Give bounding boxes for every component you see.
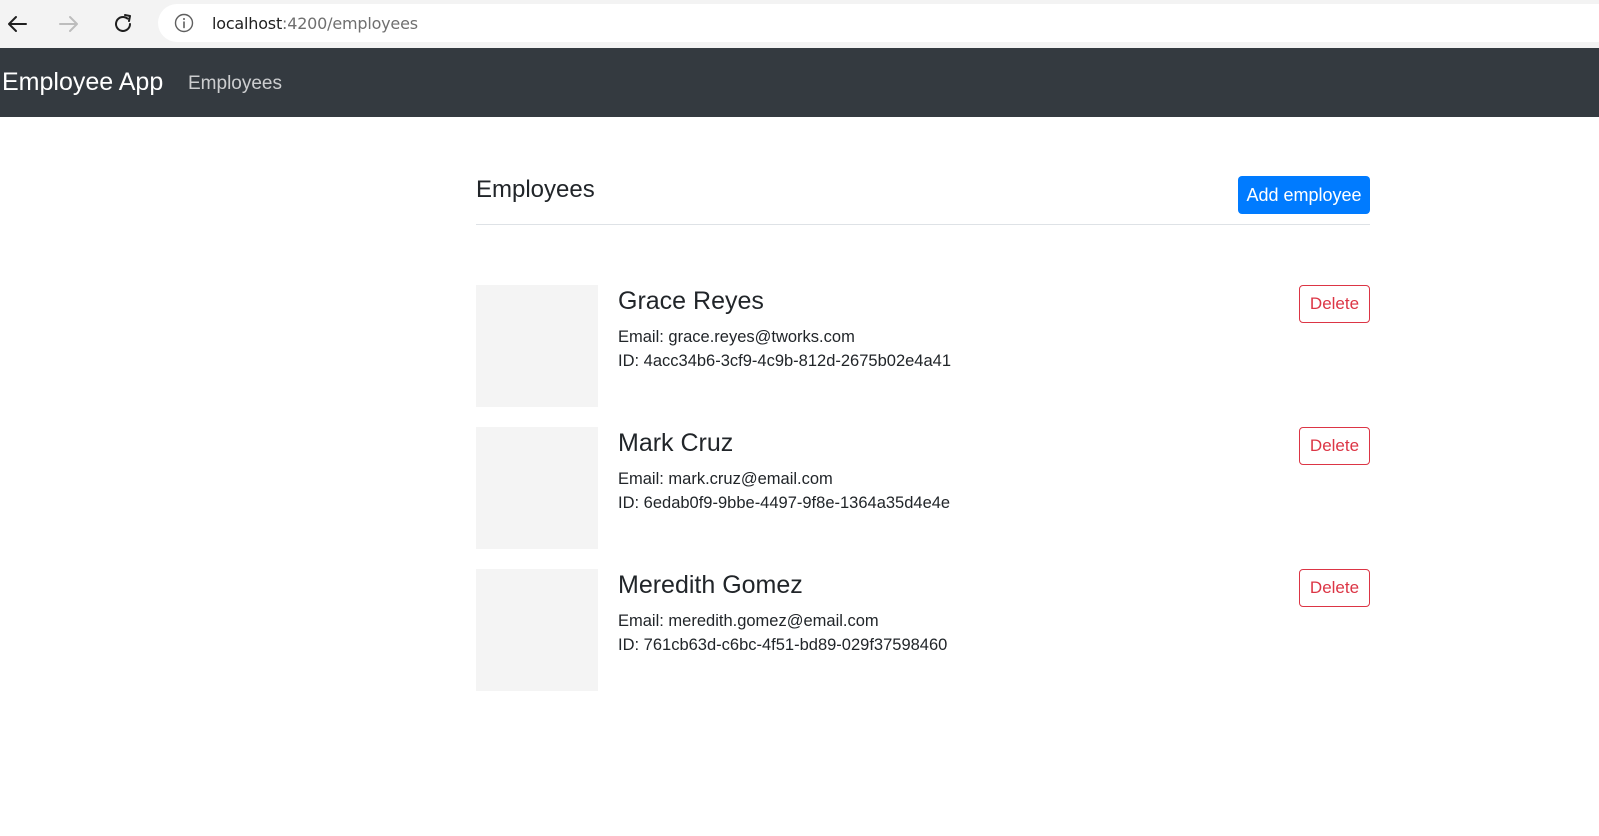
app-navbar: Employee App Employees bbox=[0, 48, 1599, 117]
info-icon[interactable] bbox=[174, 13, 194, 33]
reload-icon bbox=[115, 14, 131, 32]
brand-link[interactable]: Employee App bbox=[2, 68, 163, 97]
delete-button[interactable]: Delete bbox=[1299, 427, 1370, 465]
add-employee-button[interactable]: Add employee bbox=[1238, 176, 1370, 214]
employee-email: Email: mark.cruz@email.com bbox=[618, 470, 833, 488]
forward-button[interactable] bbox=[52, 7, 86, 41]
employee-id: ID: 761cb63d-c6bc-4f51-bd89-029f37598460 bbox=[618, 636, 948, 654]
employee-avatar bbox=[476, 285, 598, 407]
nav-link-employees[interactable]: Employees bbox=[188, 73, 282, 95]
employee-list: Grace Reyes Email: grace.reyes@tworks.co… bbox=[476, 285, 1370, 711]
employee-id: ID: 6edab0f9-9bbe-4497-9f8e-1364a35d4e4e bbox=[618, 494, 951, 512]
employee-item: Mark Cruz Email: mark.cruz@email.com ID:… bbox=[476, 427, 1370, 549]
browser-toolbar: localhost:4200/employees bbox=[0, 0, 1599, 48]
employee-name: Meredith Gomez bbox=[618, 571, 803, 599]
employee-avatar bbox=[476, 427, 598, 549]
employee-item: Meredith Gomez Email: meredith.gomez@ema… bbox=[476, 569, 1370, 691]
back-arrow-icon bbox=[8, 16, 27, 32]
employee-id: ID: 4acc34b6-3cf9-4c9b-812d-2675b02e4a41 bbox=[618, 352, 951, 370]
reload-button[interactable] bbox=[106, 7, 140, 41]
address-bar[interactable]: localhost:4200/employees bbox=[158, 4, 1599, 42]
employee-avatar bbox=[476, 569, 598, 691]
header-divider bbox=[476, 224, 1370, 225]
url-text[interactable]: localhost:4200/employees bbox=[212, 14, 418, 33]
employee-name: Mark Cruz bbox=[618, 429, 734, 457]
employee-email: Email: grace.reyes@tworks.com bbox=[618, 328, 855, 346]
employee-email: Email: meredith.gomez@email.com bbox=[618, 612, 879, 630]
delete-button[interactable]: Delete bbox=[1299, 569, 1370, 607]
employee-name: Grace Reyes bbox=[618, 287, 764, 315]
url-path: :4200/employees bbox=[282, 14, 418, 33]
page-title: Employees bbox=[476, 176, 595, 203]
back-button[interactable] bbox=[0, 7, 34, 41]
delete-button[interactable]: Delete bbox=[1299, 285, 1370, 323]
url-host: localhost bbox=[212, 14, 283, 33]
forward-arrow-icon bbox=[59, 16, 78, 32]
employee-item: Grace Reyes Email: grace.reyes@tworks.co… bbox=[476, 285, 1370, 407]
